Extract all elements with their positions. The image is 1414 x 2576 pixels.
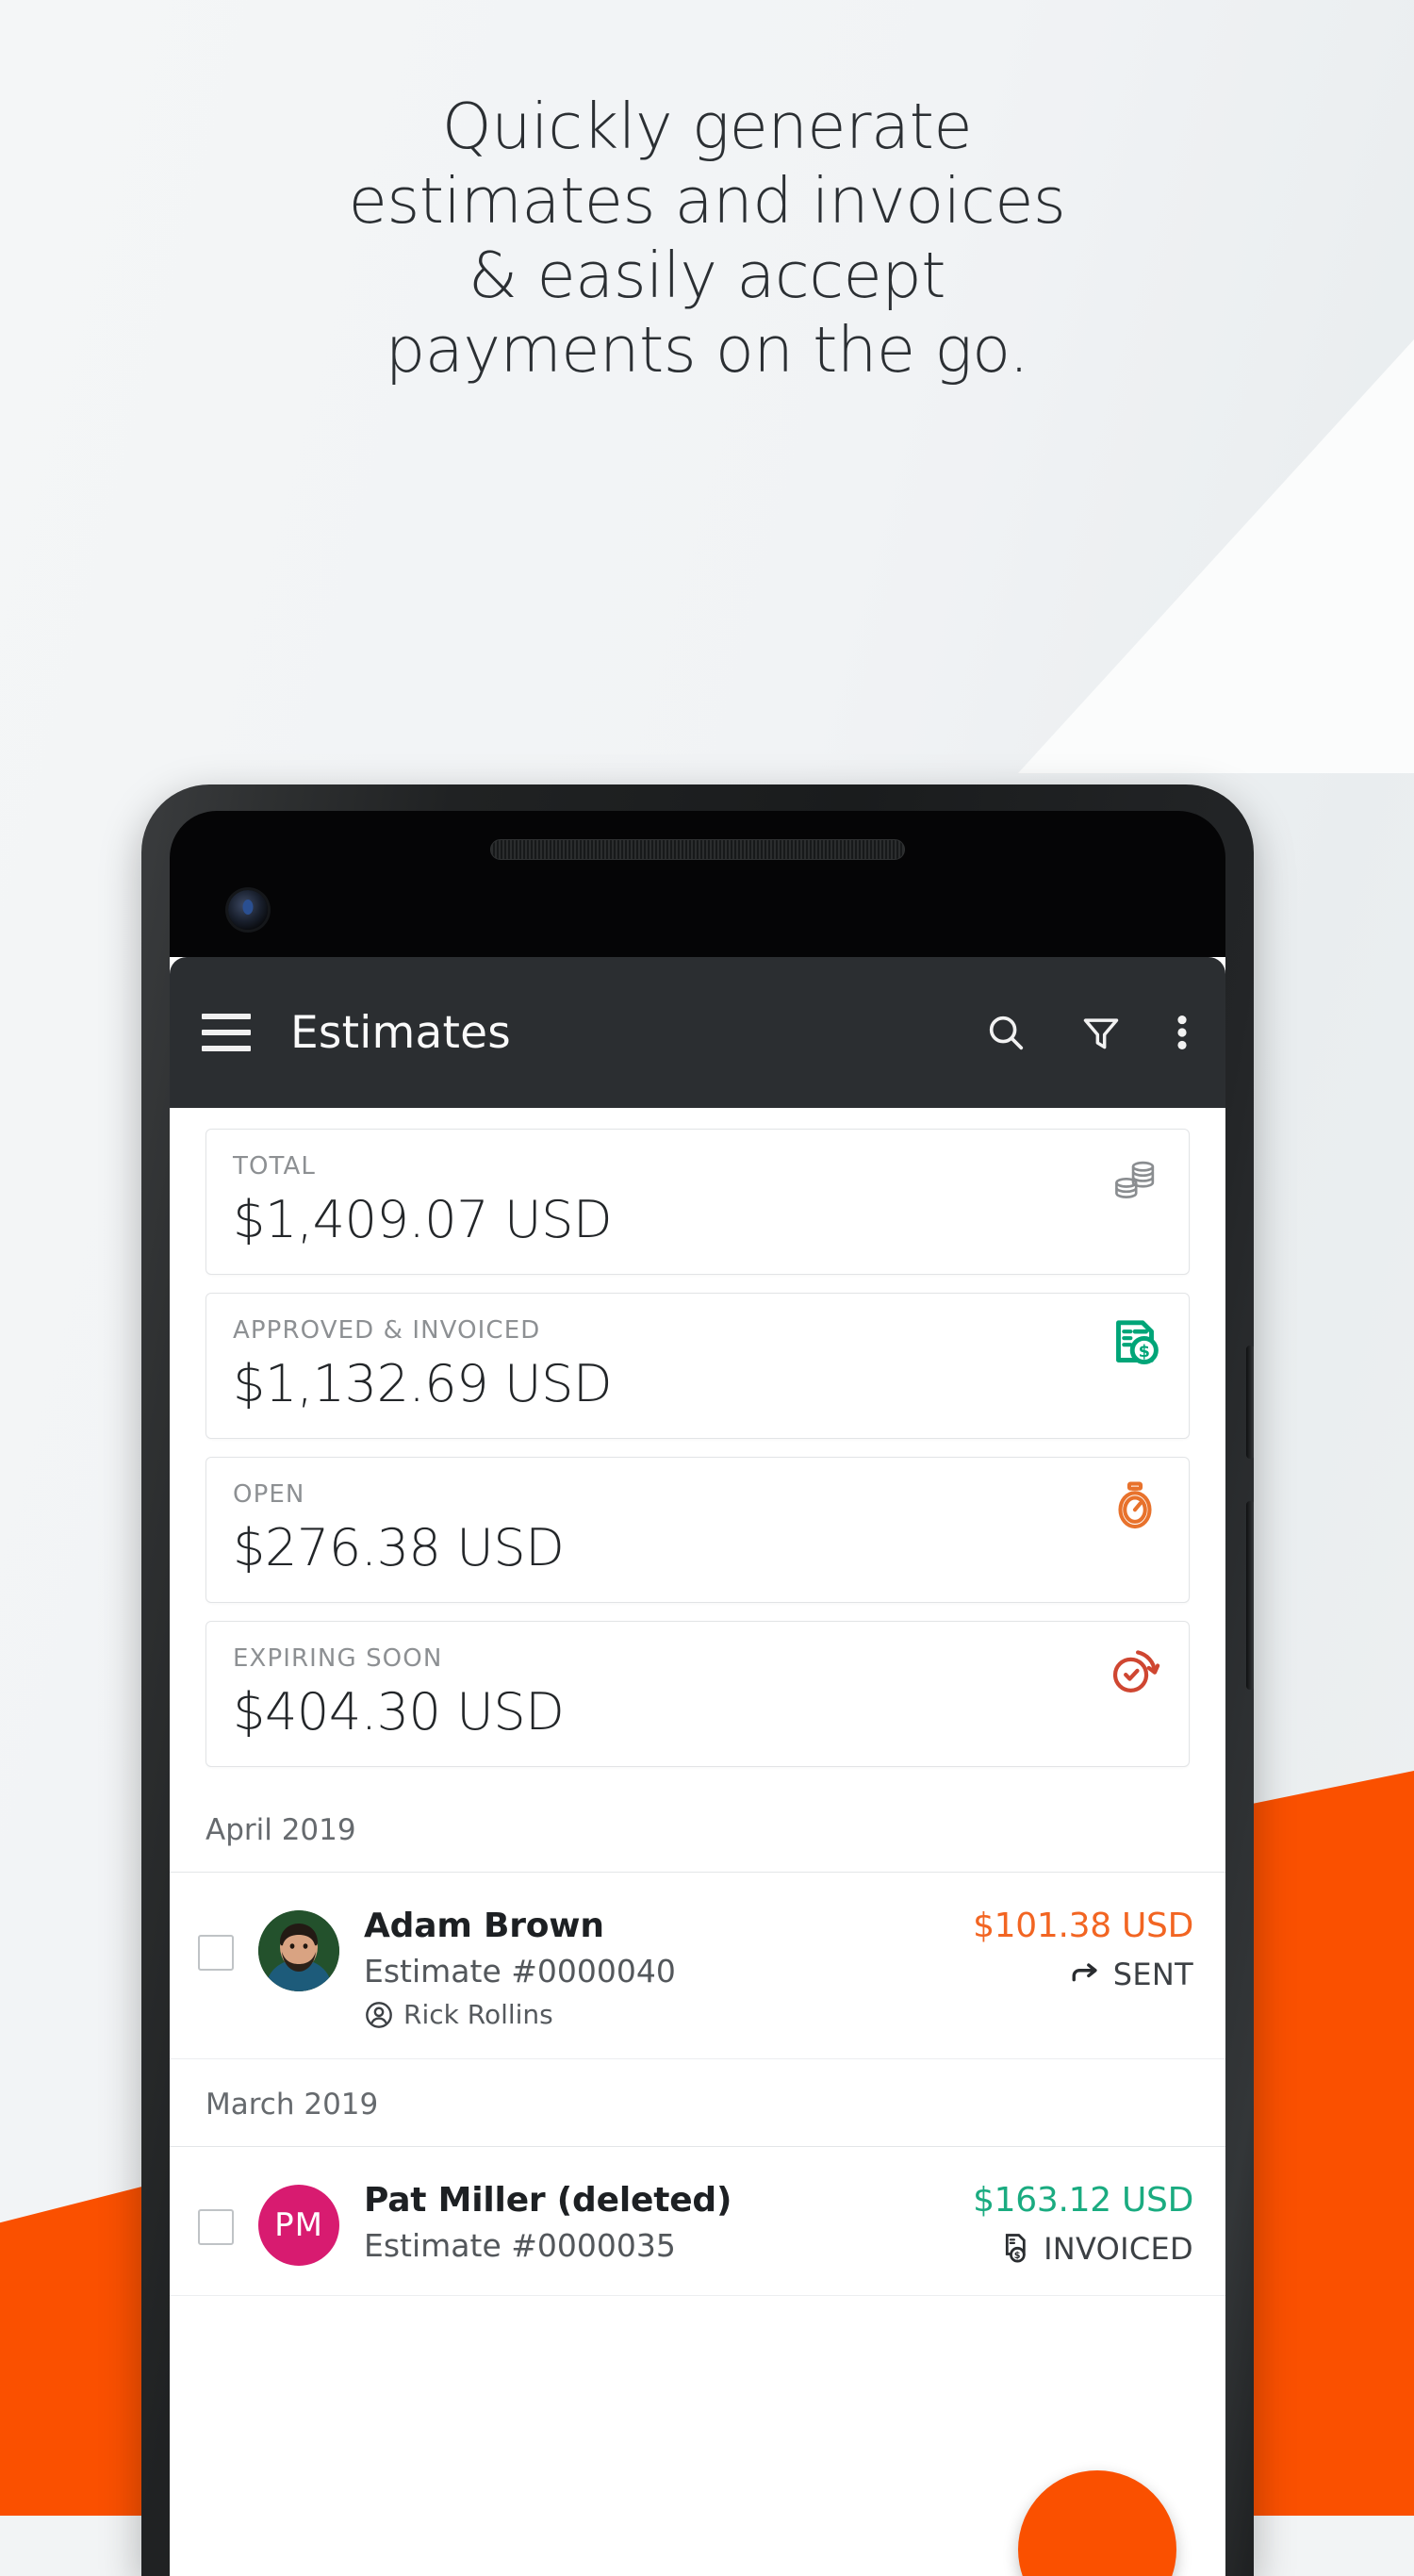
- earpiece-speaker: [490, 839, 905, 860]
- row-amount: $101.38 USD: [973, 1907, 1193, 1945]
- table-row[interactable]: Adam Brown Estimate #0000040 Rick Rollin…: [170, 1873, 1225, 2059]
- app-bar-actions: [984, 1011, 1190, 1054]
- headline-line-1: Quickly generate: [441, 90, 973, 163]
- card-label: TOTAL: [233, 1152, 316, 1181]
- status-label: INVOICED: [1044, 2231, 1193, 2267]
- card-label: OPEN: [233, 1480, 305, 1509]
- overflow-menu-icon[interactable]: [1175, 1011, 1190, 1054]
- status-badge: $ INVOICED: [967, 2231, 1193, 2267]
- status-label: SENT: [1112, 1957, 1193, 1992]
- estimate-number: Estimate #0000040: [364, 1953, 676, 1990]
- estimate-number: Estimate #0000035: [364, 2227, 676, 2264]
- row-details: Adam Brown Estimate #0000040 Rick Rollin…: [364, 1901, 967, 2030]
- summary-card-expiring-soon[interactable]: EXPIRING SOON $404.30 USD: [206, 1621, 1190, 1767]
- clock-expiring-icon: [1106, 1643, 1164, 1701]
- hamburger-icon[interactable]: [202, 1014, 251, 1051]
- avatar-photo-icon: [258, 1910, 339, 1991]
- avatar: PM: [258, 2185, 339, 2266]
- row-checkbox[interactable]: [198, 1935, 234, 1971]
- phone-power-button: [1246, 1346, 1254, 1459]
- svg-text:$: $: [1014, 2251, 1021, 2261]
- filter-icon[interactable]: [1080, 1012, 1122, 1053]
- card-amount: $404.30 USD: [233, 1682, 565, 1742]
- phone-mockup: Estimates TOTAL $1,409.07 USD APPROVED &…: [141, 784, 1254, 2576]
- month-header-april: April 2019: [170, 1785, 1225, 1873]
- row-amount-status: $163.12 USD $ INVOICED: [967, 2175, 1193, 2267]
- avatar: [258, 1910, 339, 1991]
- sent-arrow-icon: [1072, 1963, 1097, 1982]
- search-icon[interactable]: [984, 1011, 1028, 1054]
- card-amount: $1,132.69 USD: [233, 1354, 613, 1413]
- person-circle-icon: [366, 2001, 392, 2028]
- assignee: Rick Rollins: [364, 1999, 967, 2030]
- row-details: Pat Miller (deleted) Estimate #0000035: [364, 2175, 967, 2264]
- svg-text:$: $: [1139, 1343, 1150, 1362]
- month-header-march: March 2019: [170, 2059, 1225, 2147]
- summary-cards: TOTAL $1,409.07 USD APPROVED & INVOICED …: [170, 1108, 1225, 1767]
- create-estimate-fab[interactable]: [1018, 2470, 1176, 2576]
- front-camera-icon: [228, 890, 268, 930]
- headline-line-3: & easily accept: [468, 239, 946, 313]
- row-checkbox[interactable]: [198, 2209, 234, 2245]
- page-title: Estimates: [290, 1006, 511, 1059]
- card-label: EXPIRING SOON: [233, 1644, 443, 1673]
- summary-card-total[interactable]: TOTAL $1,409.07 USD: [206, 1129, 1190, 1275]
- coins-stack-icon: [1106, 1150, 1164, 1209]
- camera-lens: [242, 899, 254, 915]
- card-label: APPROVED & INVOICED: [233, 1316, 541, 1345]
- card-amount: $276.38 USD: [233, 1518, 565, 1577]
- status-badge: SENT: [967, 1957, 1193, 1992]
- headline-line-4: payments on the go.: [385, 313, 1029, 388]
- table-row[interactable]: PM Pat Miller (deleted) Estimate #000003…: [170, 2147, 1225, 2296]
- avatar-initials: PM: [274, 2206, 323, 2244]
- row-amount-status: $101.38 USD SENT: [967, 1901, 1193, 1992]
- customer-name: Pat Miller (deleted): [364, 2181, 732, 2220]
- row-amount: $163.12 USD: [973, 2181, 1193, 2220]
- invoice-dollar-icon: $: [1106, 1314, 1164, 1373]
- customer-name: Adam Brown: [364, 1907, 604, 1945]
- card-amount: $1,409.07 USD: [233, 1190, 613, 1249]
- summary-card-open[interactable]: OPEN $276.38 USD: [206, 1457, 1190, 1603]
- headline-line-2: estimates and invoices: [348, 164, 1066, 239]
- stopwatch-icon: [1106, 1478, 1164, 1537]
- assignee-name: Rick Rollins: [403, 1999, 553, 2030]
- marketing-headline: Quickly generate estimates and invoices …: [0, 90, 1414, 388]
- phone-volume-button: [1246, 1501, 1254, 1690]
- app-screen: Estimates TOTAL $1,409.07 USD APPROVED &…: [170, 957, 1225, 2576]
- invoice-icon: $: [1005, 2234, 1026, 2263]
- phone-screen: Estimates TOTAL $1,409.07 USD APPROVED &…: [170, 811, 1225, 2576]
- summary-card-approved-invoiced[interactable]: APPROVED & INVOICED $1,132.69 USD $: [206, 1293, 1190, 1439]
- app-bar: Estimates: [170, 957, 1225, 1108]
